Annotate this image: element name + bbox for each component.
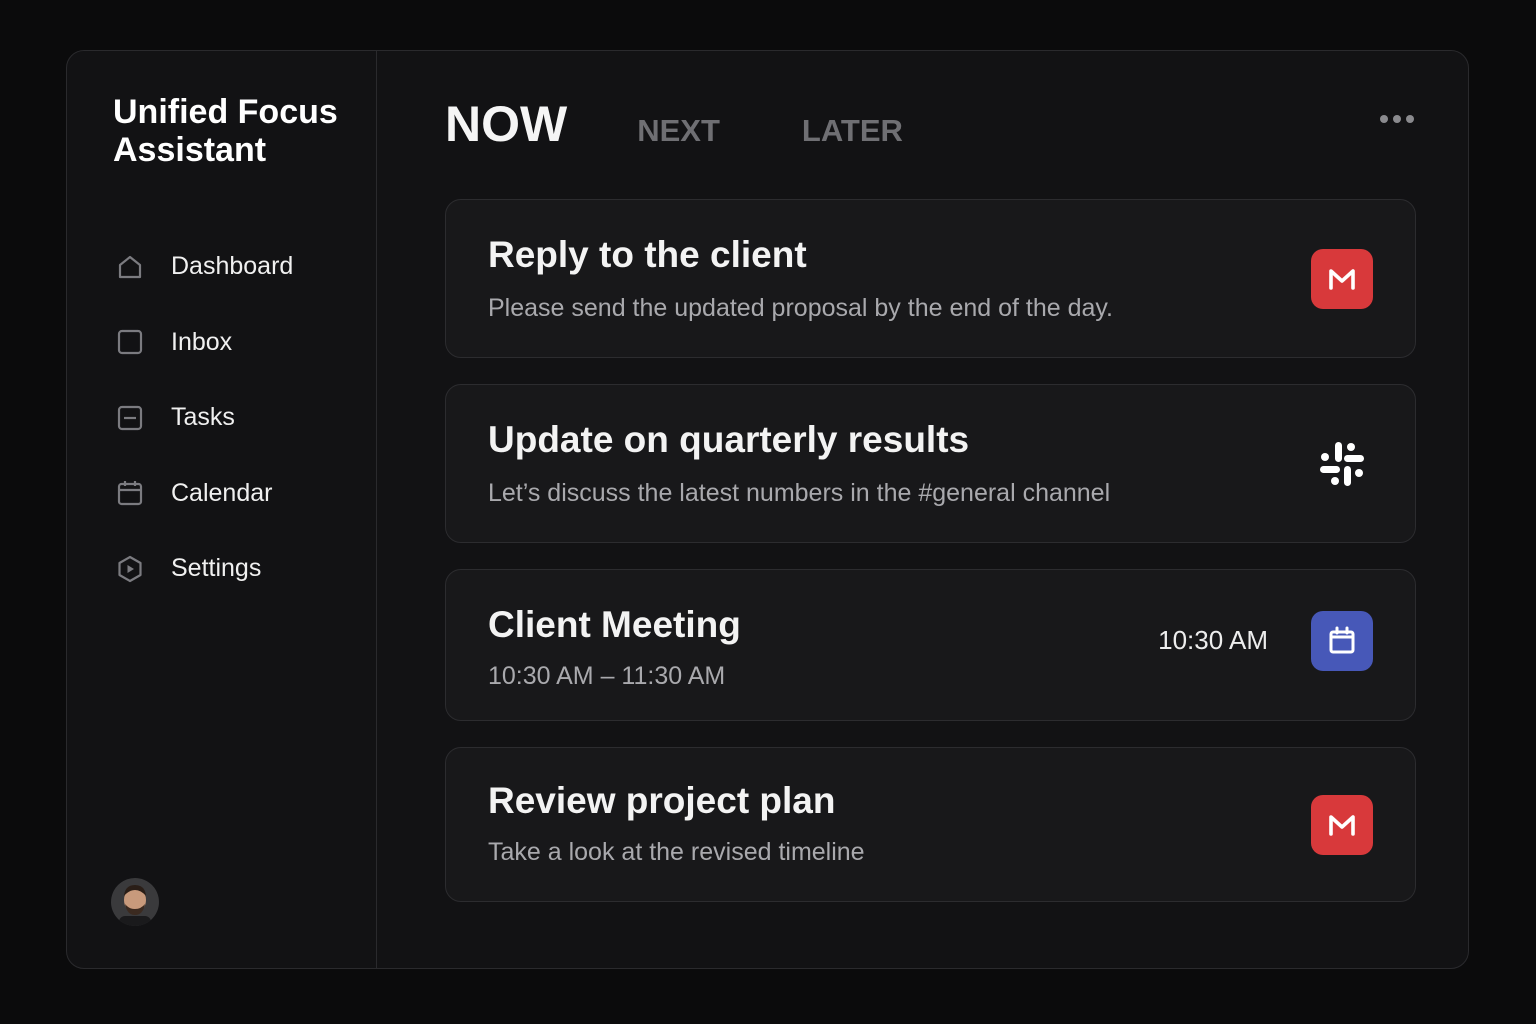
settings-icon [115, 554, 145, 584]
sidebar-item-label: Tasks [171, 403, 235, 432]
tasks-icon [115, 403, 145, 433]
tab-bar: NOW NEXT LATER [445, 95, 903, 153]
app-window: Unified Focus Assistant Dashboard Inbox … [66, 50, 1469, 969]
more-icon[interactable] [1380, 115, 1414, 123]
sidebar-item-dashboard[interactable]: Dashboard [115, 229, 293, 305]
app-title: Unified Focus Assistant [113, 93, 338, 169]
sidebar-item-label: Dashboard [171, 252, 294, 281]
sidebar: Unified Focus Assistant Dashboard Inbox … [67, 51, 377, 968]
card-subtitle: Let’s discuss the latest numbers in the … [488, 479, 1111, 507]
task-card[interactable]: Review project plan Take a look at the r… [445, 747, 1416, 902]
tab-next[interactable]: NEXT [637, 113, 720, 149]
slack-icon[interactable] [1311, 434, 1373, 494]
sidebar-item-settings[interactable]: Settings [115, 531, 293, 607]
gmail-icon[interactable] [1311, 249, 1373, 309]
sidebar-item-calendar[interactable]: Calendar [115, 456, 293, 532]
tab-now[interactable]: NOW [445, 95, 567, 153]
main-panel: NOW NEXT LATER Reply to the client Pleas… [377, 51, 1468, 968]
card-subtitle: Take a look at the revised timeline [488, 838, 865, 866]
tab-later[interactable]: LATER [802, 113, 903, 149]
card-title: Review project plan [488, 780, 836, 821]
card-subtitle: Please send the updated proposal by the … [488, 294, 1113, 322]
calendar-icon [115, 478, 145, 508]
card-subtitle: 10:30 AM – 11:30 AM [488, 662, 726, 690]
card-list: Reply to the client Please send the upda… [445, 199, 1416, 928]
calendar-icon[interactable] [1311, 611, 1373, 671]
card-title: Update on quarterly results [488, 419, 970, 460]
sidebar-item-label: Settings [171, 554, 262, 583]
task-card[interactable]: Client Meeting 10:30 AM – 11:30 AM 10:30… [445, 569, 1416, 721]
event-time: 10:30 AM [1158, 625, 1268, 655]
sidebar-item-tasks[interactable]: Tasks [115, 380, 293, 456]
task-card[interactable]: Reply to the client Please send the upda… [445, 199, 1416, 358]
task-card[interactable]: Update on quarterly results Let’s discus… [445, 384, 1416, 543]
sidebar-item-label: Calendar [171, 478, 273, 507]
sidebar-item-label: Inbox [171, 327, 233, 356]
card-title: Client Meeting [488, 604, 741, 645]
sidebar-nav: Dashboard Inbox Tasks Calendar Settings [115, 229, 293, 607]
gmail-icon[interactable] [1311, 795, 1373, 855]
sidebar-item-inbox[interactable]: Inbox [115, 305, 293, 381]
home-icon [115, 252, 145, 282]
card-title: Reply to the client [488, 234, 807, 275]
avatar[interactable] [111, 878, 159, 926]
inbox-icon [115, 327, 145, 357]
